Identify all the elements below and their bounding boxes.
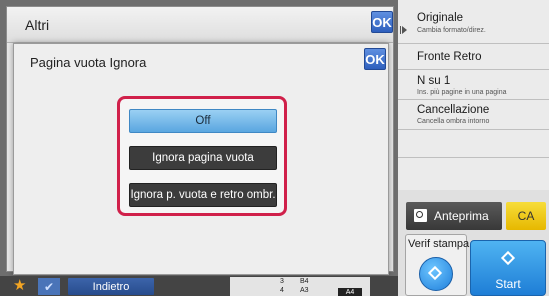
- sidebar-item-originale[interactable]: Originale Cambia formato/direz.: [398, 0, 549, 44]
- verify-print-label: Verif stampa: [408, 238, 470, 250]
- options-group: Off Ignora pagina vuota Ignora p. vuota …: [117, 96, 287, 216]
- start-label: Start: [495, 277, 521, 291]
- sidebar-item-cancellazione[interactable]: Cancellazione Cancella ombra intorno: [398, 100, 549, 130]
- diamond-icon: [427, 265, 443, 281]
- sidebar-item-label: Cancellazione: [417, 104, 490, 116]
- ca-button[interactable]: CA: [506, 202, 546, 230]
- tray-number: 3: [280, 278, 284, 285]
- check-icon: ✔: [43, 279, 55, 294]
- selected-paper-size: A4: [338, 288, 362, 296]
- preview-icon: [414, 209, 427, 222]
- star-icon[interactable]: ★: [13, 276, 26, 296]
- blank-page-skip-dialog: Pagina vuota Ignora OK Off Ignora pagina…: [13, 43, 389, 275]
- diamond-icon: [500, 250, 516, 266]
- sidebar-item-label: Fronte Retro: [417, 51, 482, 63]
- sidebar-item-n-su-1[interactable]: N su 1 Ins. più pagine in una pagina: [398, 70, 549, 100]
- sidebar-item-sublabel: Cambia formato/direz.: [417, 27, 486, 34]
- start-button[interactable]: Start: [470, 240, 546, 296]
- preview-label: Anteprima: [434, 209, 489, 223]
- preview-button[interactable]: Anteprima: [406, 202, 502, 230]
- tray-size: A3: [300, 287, 309, 294]
- option-skip-blank-backshadow-button[interactable]: Ignora p. vuota e retro ombr.: [129, 183, 277, 207]
- option-off-button[interactable]: Off: [129, 109, 277, 133]
- sidebar-item-empty: [398, 130, 549, 158]
- altri-header: Altri OK: [7, 7, 393, 43]
- check-button[interactable]: ✔: [38, 278, 60, 295]
- sidebar-item-fronte-retro[interactable]: Fronte Retro: [398, 44, 549, 70]
- tray-size: B4: [300, 278, 309, 285]
- verify-print-icon: [419, 257, 453, 291]
- back-button[interactable]: Indietro: [68, 278, 154, 295]
- sidebar-item-label: N su 1: [417, 75, 451, 87]
- dialog-title: Pagina vuota Ignora: [30, 55, 147, 70]
- altri-ok-button[interactable]: OK: [371, 11, 393, 33]
- sidebar-item-sublabel: Cancella ombra intorno: [417, 118, 490, 125]
- right-sidebar: Originale Cambia formato/direz. Fronte R…: [398, 0, 549, 190]
- verify-print-button[interactable]: Verif stampa: [405, 234, 470, 296]
- altri-title: Altri: [25, 17, 50, 33]
- option-skip-blank-button[interactable]: Ignora pagina vuota: [129, 146, 277, 170]
- dialog-ok-button[interactable]: OK: [364, 48, 386, 70]
- sidebar-item-label: Originale: [417, 12, 464, 24]
- sidebar-item-sublabel: Ins. più pagine in una pagina: [417, 89, 507, 96]
- tray-number: 4: [280, 287, 284, 294]
